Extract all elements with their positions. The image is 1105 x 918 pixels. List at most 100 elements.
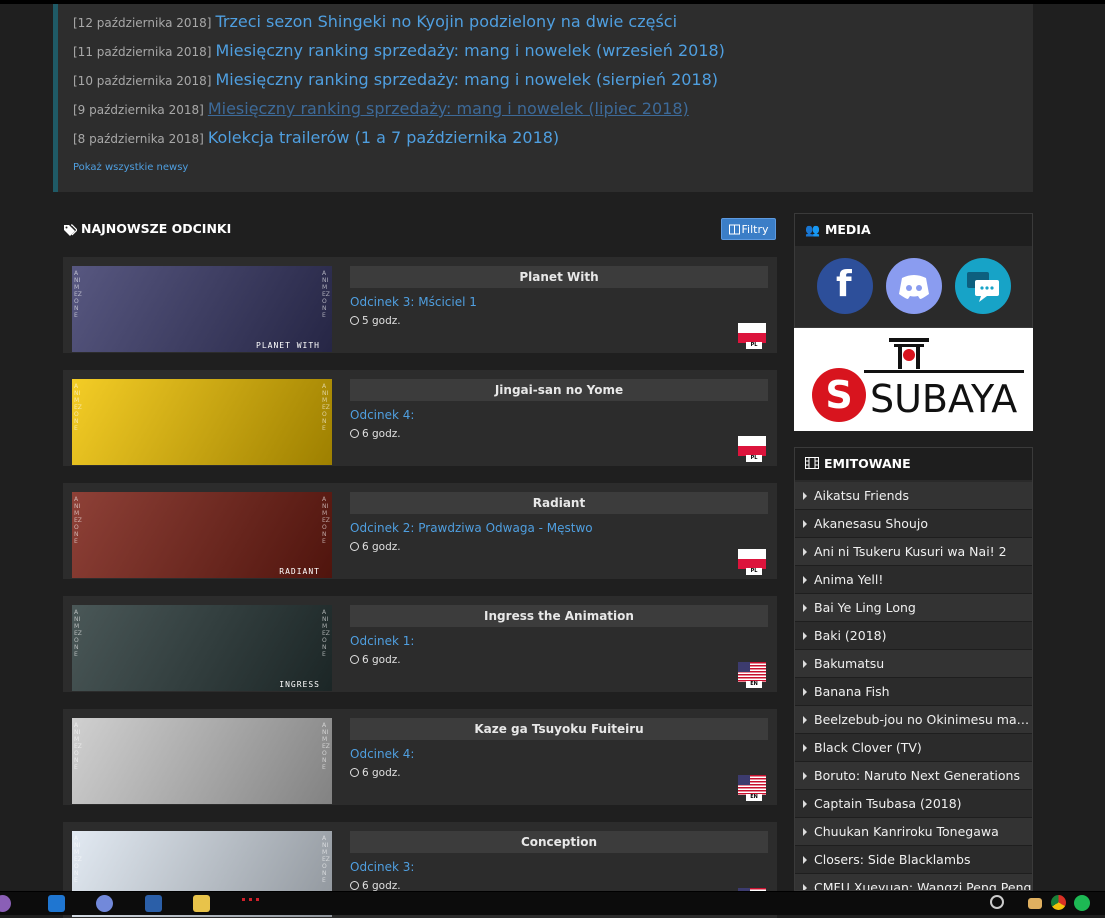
vscode-icon[interactable] [48,895,65,912]
episode-title-link[interactable]: Odcinek 4: [350,408,414,422]
discord-icon[interactable] [886,258,942,314]
language-flag-icon: EN [738,662,766,688]
news-link[interactable]: Kolekcja trailerów (1 a 7 października 2… [208,128,559,147]
airing-item[interactable]: Captain Tsubasa (2018) [795,790,1032,818]
language-flag-icon: EN [738,775,766,801]
episode-time: 6 godz. [350,767,401,779]
film-icon [805,457,819,469]
episode-card[interactable]: ANIMEZONE ANIMEZONE Kaze ga Tsuyoku Fuitei… [63,709,777,805]
episode-card[interactable]: ANIMEZONE ANIMEZONE INGRESS Ingress the Ani… [63,596,777,692]
show-all-news-link[interactable]: Pokaż wszystkie newsy [73,162,188,173]
episode-series-name[interactable]: Ingress the Animation [350,605,768,627]
language-flag-icon: PL [738,549,766,575]
media-box: 👥 MEDIA f [794,213,1033,328]
news-box: [12 października 2018] Trzeci sezon Shing… [53,4,1033,192]
episode-title-link[interactable]: Odcinek 3: [350,860,414,874]
airing-item[interactable]: Beelzebub-jou no Okinimesu mama. [795,706,1032,734]
clock-icon [350,316,359,325]
subaya-logo: S SUBAYA [812,338,1024,422]
news-item: [9 października 2018] Miesięczny ranking … [73,99,689,125]
users-icon: 👥 [805,223,820,237]
language-flag-icon: PL [738,436,766,462]
discord-taskbar-icon[interactable] [96,895,113,912]
airing-item[interactable]: Anima Yell! [795,566,1032,594]
episode-title-link[interactable]: Odcinek 2: Prawdziwa Odwaga - Męstwo [350,521,593,535]
airing-item[interactable]: CMFU Xueyuan: Wangzi Peng Peng [795,874,1032,890]
episode-time: 6 godz. [350,541,401,553]
news-link[interactable]: Miesięczny ranking sprzedaży: mang i now… [215,41,724,60]
episodes-title: NAJNOWSZE ODCINKI [63,221,231,236]
episode-thumbnail[interactable]: ANIMEZONE ANIMEZONE RADIANT [72,492,332,578]
news-item: [10 października 2018] Miesięczny ranking… [73,70,718,96]
news-link[interactable]: Trzeci sezon Shingeki no Kyojin podzielo… [215,12,677,31]
airing-item[interactable]: Chuukan Kanriroku Tonegawa [795,818,1032,846]
airing-item[interactable]: Akanesasu Shoujo [795,510,1032,538]
facebook-icon[interactable]: f [817,258,873,314]
episode-thumbnail[interactable]: ANIMEZONE ANIMEZONE INGRESS [72,605,332,691]
episode-thumbnail[interactable]: ANIMEZONE ANIMEZONE [72,379,332,465]
chat-icon[interactable] [955,258,1011,314]
clock-icon [350,655,359,664]
app-icon[interactable] [0,895,11,912]
news-date: [11 października 2018] [73,45,212,59]
filter-button[interactable]: Filtry [721,218,776,240]
airing-item[interactable]: Bai Ye Ling Long [795,594,1032,622]
episode-series-name[interactable]: Jingai-san no Yome [350,379,768,401]
news-date: [8 października 2018] [73,132,204,146]
airing-box: EMITOWANE Aikatsu Friends Akanesasu Shouj… [794,447,1033,891]
chrome-icon[interactable] [1051,895,1066,910]
episode-thumbnail[interactable]: ANIMEZONE ANIMEZONE PLANET WITH [72,266,332,352]
airing-item[interactable]: Ani ni Tsukeru Kusuri wa Nai! 2 [795,538,1032,566]
powershell-icon[interactable] [145,895,162,912]
news-item: [11 października 2018] Miesięczny ranking… [73,41,725,67]
airing-item[interactable]: Boruto: Naruto Next Generations [795,762,1032,790]
media-header: 👥 MEDIA [795,214,1032,246]
mail-icon[interactable] [1028,898,1042,909]
airing-item[interactable]: Baki (2018) [795,622,1032,650]
news-item: [8 października 2018] Kolekcja trailerów … [73,128,559,154]
clock-icon [350,542,359,551]
episodes-header: NAJNOWSZE ODCINKI Filtry [63,218,777,244]
media-icons: f [817,258,1013,314]
news-date: [9 października 2018] [73,103,204,117]
airing-header: EMITOWANE [795,448,1032,480]
clock-icon [350,881,359,890]
episode-title-link[interactable]: Odcinek 1: [350,634,414,648]
episode-card[interactable]: ANIMEZONE ANIMEZONE Jingai-san no Yome Odci… [63,370,777,466]
news-link[interactable]: Miesięczny ranking sprzedaży: mang i now… [215,70,718,89]
episode-title-link[interactable]: Odcinek 3: Mściciel 1 [350,295,477,309]
news-link[interactable]: Miesięczny ranking sprzedaży: mang i now… [208,99,689,118]
tags-icon [64,223,77,236]
clock-icon [350,429,359,438]
episode-series-name[interactable]: Planet With [350,266,768,288]
svg-text:S: S [825,373,852,417]
airing-item[interactable]: Closers: Side Blacklambs [795,846,1032,874]
airing-item[interactable]: Black Clover (TV) [795,734,1032,762]
episode-series-name[interactable]: Radiant [350,492,768,514]
episode-series-name[interactable]: Kaze ga Tsuyoku Fuiteiru [350,718,768,740]
clock-icon [350,768,359,777]
episode-card[interactable]: ANIMEZONE ANIMEZONE PLANET WITH Planet With… [63,257,777,353]
people-icon[interactable] [990,895,1004,909]
language-flag-icon: PL [738,323,766,349]
episode-time: 6 godz. [350,654,401,666]
episode-time: 5 godz. [350,315,401,327]
news-item: [12 października 2018] Trzeci sezon Shing… [73,12,677,38]
episode-card[interactable]: ANIMEZONE ANIMEZONE RADIANT Radiant Odcinek … [63,483,777,579]
airing-item[interactable]: Aikatsu Friends [795,482,1032,510]
notepad-icon[interactable] [193,895,210,912]
svg-text:SUBAYA: SUBAYA [870,377,1017,421]
episode-title-link[interactable]: Odcinek 4: [350,747,414,761]
thumbnail-text: RADIANT [279,567,320,576]
episode-series-name[interactable]: Conception [350,831,768,853]
spotify-icon[interactable] [1074,895,1090,911]
thumbnail-text: PLANET WITH [256,341,320,350]
thumbnail-text: INGRESS [279,680,320,689]
news-date: [10 października 2018] [73,74,212,88]
subaya-banner[interactable]: S SUBAYA [794,328,1033,431]
airing-item[interactable]: Bakumatsu [795,650,1032,678]
airing-item[interactable]: Banana Fish [795,678,1032,706]
app-red-icon[interactable] [242,898,259,907]
airing-list: Aikatsu Friends Akanesasu Shoujo Ani ni Ts… [795,482,1032,890]
episode-thumbnail[interactable]: ANIMEZONE ANIMEZONE [72,718,332,804]
